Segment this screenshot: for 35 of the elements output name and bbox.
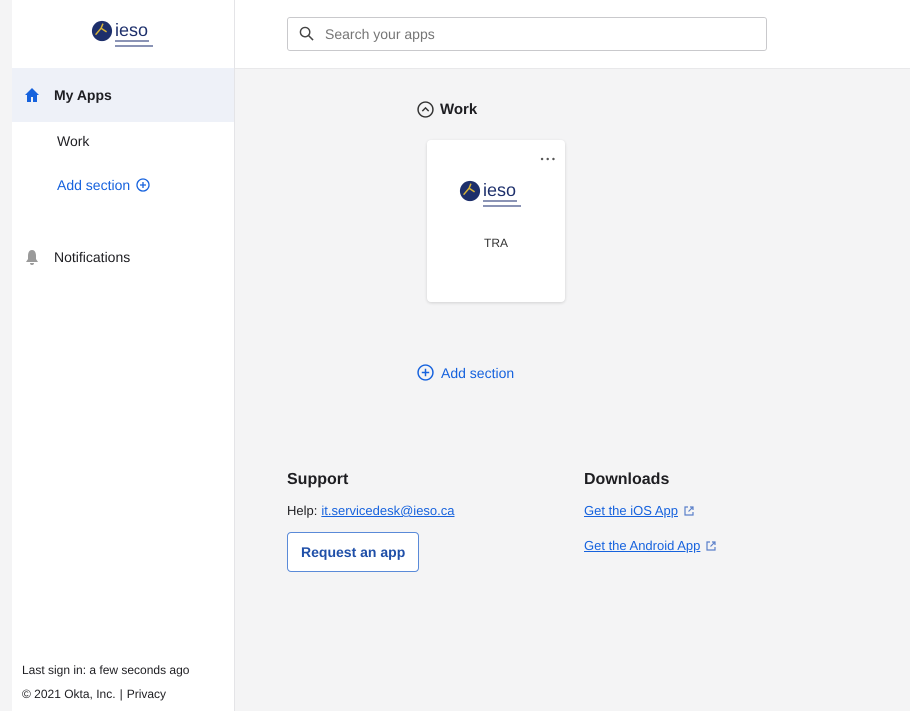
add-section-link[interactable]: Add section [417, 364, 910, 381]
section-title: Work [440, 101, 478, 118]
nav-item[interactable]: My Apps [12, 68, 234, 122]
support-heading: Support [287, 471, 350, 489]
copyright-text: © 2021 Okta, Inc. [22, 687, 116, 701]
globe-icon [91, 20, 113, 42]
help-label: Help: [287, 503, 318, 518]
separator-text: | [120, 687, 123, 701]
external-link-icon [682, 504, 695, 516]
plus-icon [417, 364, 434, 381]
search-field[interactable]: Search your apps [287, 17, 767, 51]
nav-item[interactable]: Notifications [12, 230, 234, 284]
more-menu[interactable]: • • • [540, 154, 555, 164]
home-icon [24, 87, 40, 103]
logo-text: ieso [115, 20, 150, 40]
email-link[interactable]: it.servicedesk@ieso.ca [321, 503, 454, 518]
external-link-icon [705, 540, 718, 552]
app-tile[interactable]: • • • ieso TRA [427, 140, 565, 302]
downloads-heading: Downloads [584, 471, 670, 489]
tagline-drawing [115, 40, 155, 48]
tagline-drawing [483, 200, 523, 208]
plus-icon [136, 178, 150, 192]
download-link[interactable]: Get the Android App [584, 538, 700, 553]
collapse-icon[interactable] [417, 101, 434, 118]
request-app-button[interactable]: Request an app [287, 532, 420, 572]
add-section-link[interactable]: Add section [12, 160, 234, 210]
last-sign-in-text: Last sign in: a few seconds ago [22, 663, 190, 677]
download-link[interactable]: Get the iOS App [584, 503, 678, 518]
search-icon [299, 26, 314, 41]
bell-icon [24, 249, 40, 265]
privacy-link[interactable]: Privacy [126, 687, 166, 701]
logo-text: ieso [483, 180, 518, 200]
globe-icon [459, 180, 481, 202]
nav-item[interactable]: Work [12, 122, 234, 160]
app-label: TRA [484, 236, 508, 250]
